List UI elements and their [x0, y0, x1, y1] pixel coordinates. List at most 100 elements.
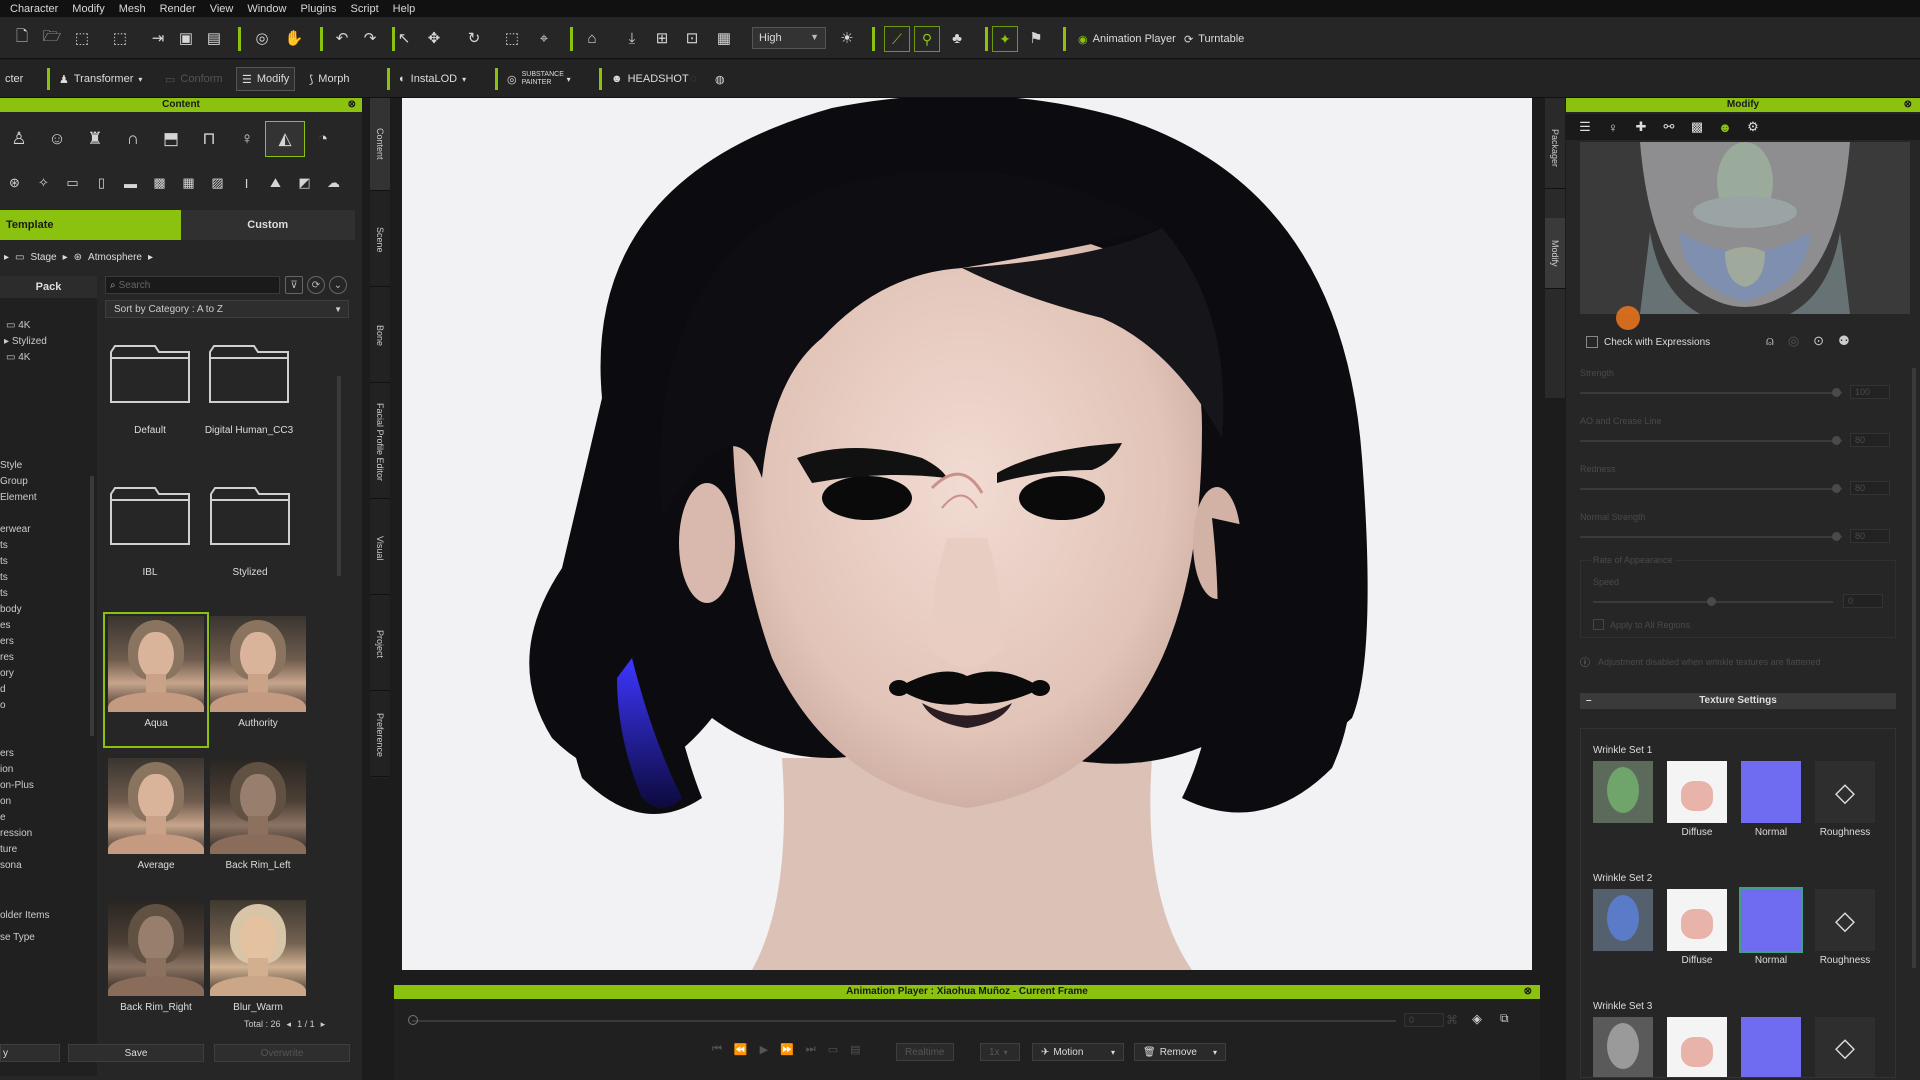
normal-thumb[interactable]: Normal [1739, 887, 1803, 966]
camera-icon[interactable]: ◎ [250, 26, 274, 50]
normal-thumb[interactable]: Normal [1741, 761, 1801, 838]
headshot-button[interactable]: ☻ HEADSHOT [594, 67, 694, 91]
hand-icon[interactable]: ✋ [282, 26, 306, 50]
bone-icon[interactable]: ⚲ [914, 26, 940, 52]
atmosphere-icon[interactable]: ⊛ [0, 170, 29, 196]
close-icon[interactable]: ⊗ [1524, 985, 1532, 999]
redness-slider[interactable] [1580, 488, 1842, 490]
turntable-button[interactable]: ⟳ Turntable [1178, 27, 1250, 51]
breadcrumb-atmosphere[interactable]: Atmosphere [88, 252, 142, 263]
flag-icon[interactable]: ⚑ [1024, 26, 1048, 50]
wrinkle-mask-thumb[interactable] [1593, 889, 1653, 951]
camera-icon[interactable]: ◈ [1472, 1011, 1482, 1027]
file-type-label[interactable]: se Type [0, 932, 35, 943]
realtime-select[interactable]: Realtime [896, 1043, 954, 1061]
folder-item[interactable]: IBL [107, 484, 193, 588]
sky-icon[interactable]: ⛰ [261, 170, 290, 196]
skip-end-icon[interactable]: ⏭ [806, 1043, 816, 1056]
checker-icon[interactable]: ▩ [145, 170, 174, 196]
redness-knob[interactable] [1832, 484, 1841, 493]
color-icon[interactable]: ⚉ [1838, 333, 1850, 349]
collapse-icon[interactable]: – [1586, 693, 1592, 709]
tab-modify[interactable]: Modify [1545, 218, 1565, 289]
substance-button[interactable]: ◎ SUBSTANCE PAINTER ▾ [490, 67, 576, 91]
3d-viewport[interactable] [402, 98, 1532, 970]
tree-item[interactable]: ▸ Stylized [4, 336, 47, 347]
menu-modify[interactable]: Modify [72, 3, 104, 15]
speed-select[interactable]: 1x ▾ [980, 1043, 1020, 1061]
diffuse-thumb[interactable]: Diffuse [1667, 761, 1727, 838]
tab-content[interactable]: Content [370, 98, 390, 191]
step-forward-icon[interactable]: ⏩ [780, 1043, 794, 1056]
animation-player-button[interactable]: ◉ Animation Player [1072, 27, 1182, 51]
redo-icon[interactable]: ↷ [358, 26, 382, 50]
check-expressions-row[interactable]: Check with Expressions [1586, 336, 1710, 348]
new-file-icon[interactable]: 🗋 [10, 26, 34, 50]
undo-icon[interactable]: ↶ [330, 26, 354, 50]
ao-slider[interactable] [1580, 440, 1842, 442]
transformer-button[interactable]: ♟ Transformer ▾ [42, 67, 147, 91]
head-outline-icon[interactable]: ⍝ [1766, 333, 1774, 349]
tab-template[interactable]: Template [0, 210, 181, 240]
tree-item[interactable]: ory [0, 668, 14, 679]
stage-sub-icon[interactable]: ▬ [116, 170, 145, 196]
thumbnail-item[interactable]: Authority [207, 614, 309, 746]
step-back-icon[interactable]: ⏪ [734, 1043, 748, 1056]
loop-icon[interactable]: ▭ [828, 1043, 838, 1056]
normal-strength-knob[interactable] [1832, 532, 1841, 541]
thumbnail-item[interactable]: Average [105, 756, 207, 888]
chevron-left-icon[interactable]: ◂ [287, 1019, 292, 1030]
tree-item[interactable]: Group [0, 476, 28, 487]
sliders-icon[interactable]: ☰ [1574, 116, 1596, 138]
frame-input[interactable]: 0 [1404, 1013, 1444, 1027]
close-icon[interactable]: ⊗ [1904, 98, 1912, 112]
tree-item[interactable]: ers [0, 636, 14, 647]
scene-icon[interactable]: ◔ [304, 122, 342, 156]
menu-window[interactable]: Window [247, 3, 286, 15]
tree-scrollbar[interactable] [90, 476, 94, 736]
prop-icon[interactable]: ⊓ [190, 122, 228, 156]
sort-select[interactable]: Sort by Category : A to Z ▼ [105, 300, 349, 318]
tree-item[interactable]: o [0, 700, 6, 711]
strength-input[interactable]: 100 [1850, 385, 1890, 399]
menu-help[interactable]: Help [393, 3, 416, 15]
search-input[interactable]: ⌕ Search [105, 276, 280, 294]
tree-item[interactable]: ture [0, 844, 17, 855]
tree-item[interactable]: ers [0, 748, 14, 759]
tab-project[interactable]: Project [370, 598, 390, 691]
check-expressions-checkbox[interactable] [1586, 336, 1598, 348]
figure-icon[interactable]: ♀ [1602, 116, 1624, 138]
tree-item[interactable]: ts [0, 572, 8, 583]
group-icon[interactable]: ♣ [945, 26, 969, 50]
import-obj-icon[interactable]: ⬚ [70, 26, 94, 50]
camera-icon[interactable]: ▭ [58, 170, 87, 196]
overwrite-button[interactable]: Overwrite [214, 1044, 350, 1062]
modify-scrollbar[interactable] [1912, 368, 1916, 968]
roughness-thumb[interactable]: ◇ Roughness [1815, 761, 1875, 838]
options-icon[interactable]: ⌄ [329, 276, 347, 294]
export-fbx-icon[interactable]: ⬚ [108, 26, 132, 50]
ao-knob[interactable] [1832, 436, 1841, 445]
normal-strength-slider[interactable] [1580, 536, 1842, 538]
timeline-knob[interactable] [408, 1015, 418, 1025]
tree-item[interactable]: Element [0, 492, 37, 503]
quality-select[interactable]: High ▼ [752, 27, 826, 49]
open-file-icon[interactable]: 🗁 [40, 26, 64, 50]
cloth-icon[interactable]: ♜ [76, 122, 114, 156]
thumbnail-item[interactable]: Back Rim_Right [105, 898, 207, 1030]
tree-item[interactable]: ▭ 4K [6, 352, 30, 363]
conform-button[interactable]: ▭ Conform [160, 67, 228, 91]
folder-item[interactable]: Digital Human_CC3 [203, 342, 295, 446]
roughness-thumb[interactable]: ◇ [1815, 1017, 1875, 1077]
thumbnail-item[interactable]: Aqua [103, 612, 209, 748]
hair-icon[interactable]: ∩ [114, 122, 152, 156]
folder-items-label[interactable]: older Items [0, 910, 49, 921]
diffuse-thumb[interactable] [1667, 1017, 1727, 1077]
range-icon[interactable]: ▤ [850, 1043, 860, 1056]
breadcrumb-stage[interactable]: Stage [30, 252, 56, 263]
frame-icon[interactable]: ▯ [87, 170, 116, 196]
apply-all-checkbox[interactable] [1593, 619, 1604, 630]
pattern-icon[interactable]: ▦ [174, 170, 203, 196]
scale-icon[interactable]: ⬚ [500, 26, 524, 50]
menu-mesh[interactable]: Mesh [119, 3, 146, 15]
